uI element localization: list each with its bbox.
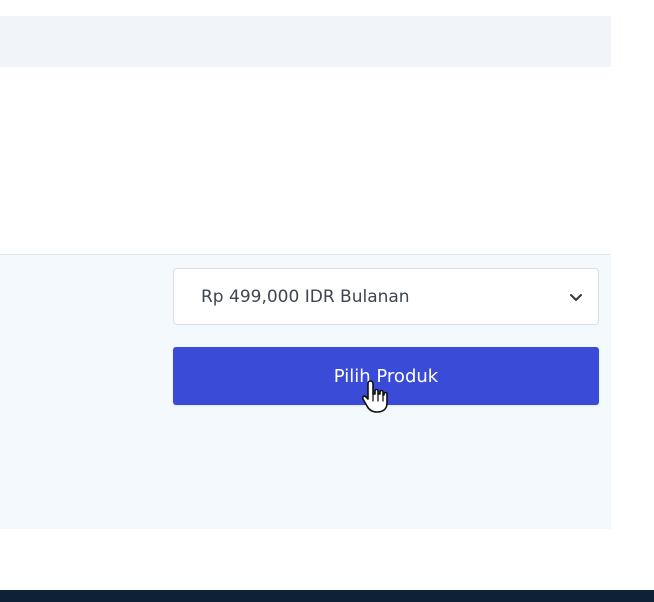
product-footer: Rp 499,000 IDR Bulanan Pilih Produk xyxy=(0,254,611,529)
content-panel xyxy=(0,67,611,254)
site-footer-bar xyxy=(0,590,654,602)
billing-cycle-value: Rp 499,000 IDR Bulanan xyxy=(201,286,410,307)
choose-product-button[interactable]: Pilih Produk xyxy=(173,347,599,405)
billing-cycle-select[interactable]: Rp 499,000 IDR Bulanan xyxy=(173,268,599,325)
chevron-down-icon xyxy=(570,293,582,301)
top-strip xyxy=(0,16,611,67)
